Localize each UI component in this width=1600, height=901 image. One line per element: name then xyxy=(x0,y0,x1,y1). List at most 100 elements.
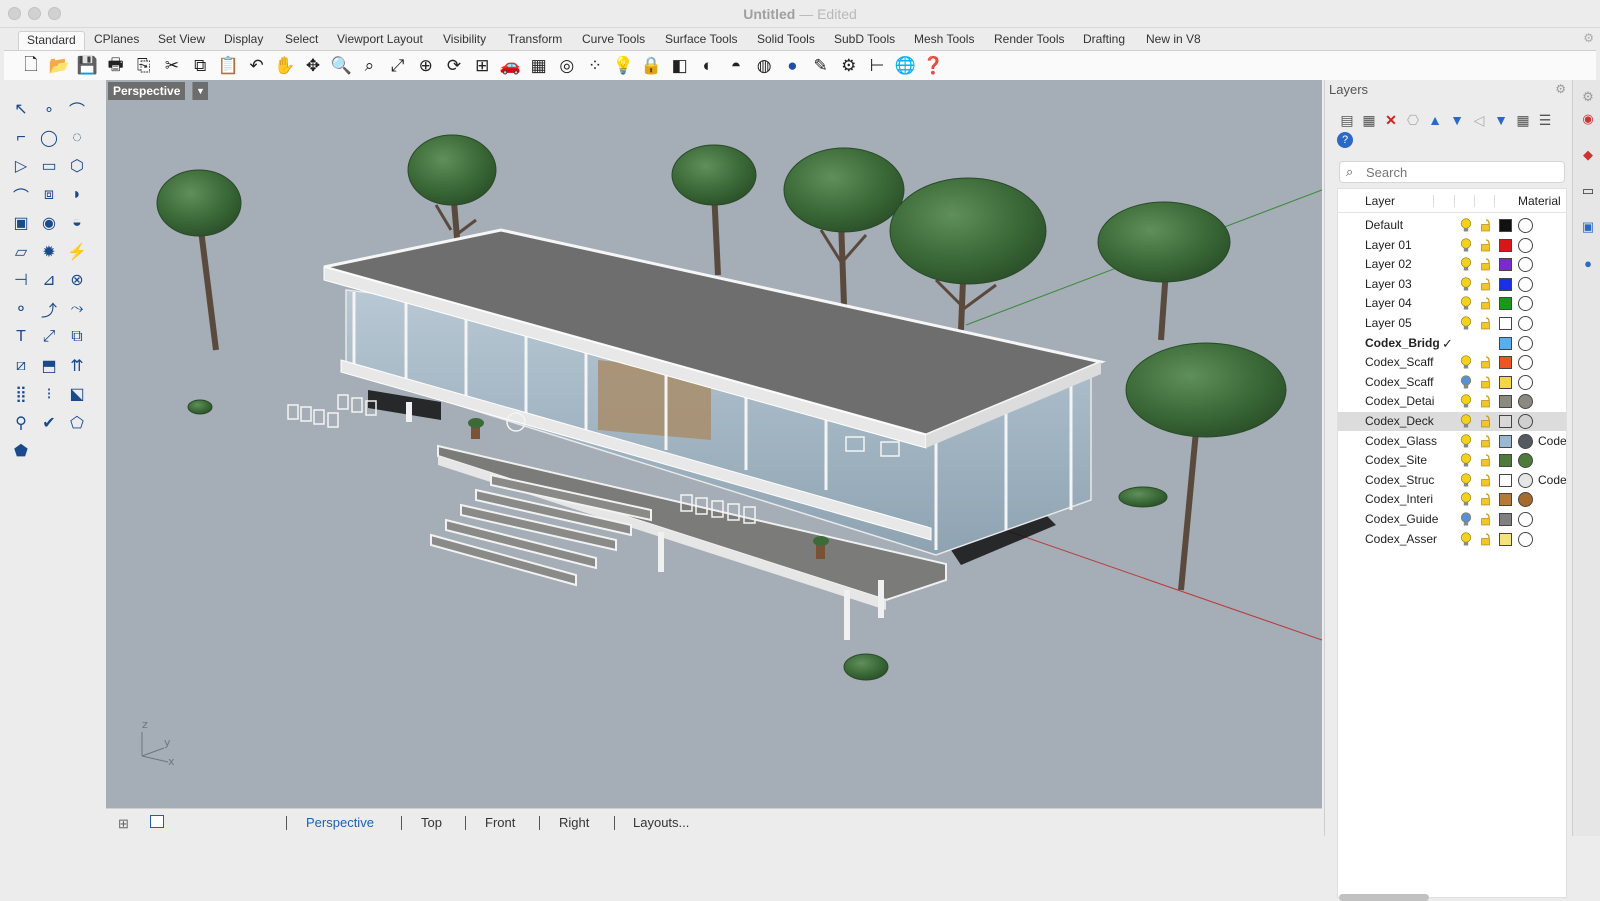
left-tool-5-icon[interactable]: ◯ xyxy=(36,125,62,151)
panel-gear-icon[interactable]: ⚙ xyxy=(1579,88,1597,106)
left-tool-33-icon[interactable]: ⬕ xyxy=(64,381,90,407)
layer-material-swatch[interactable] xyxy=(1518,453,1533,469)
layer-material-swatch[interactable] xyxy=(1518,335,1533,351)
layer-material-swatch[interactable] xyxy=(1518,472,1533,488)
layer-row[interactable]: Codex_Asser xyxy=(1338,530,1566,549)
left-tool-34-icon[interactable]: ⚲ xyxy=(8,410,34,436)
left-tool-8-icon[interactable]: ▭ xyxy=(36,153,62,179)
left-tool-27-icon[interactable]: ⧉ xyxy=(64,324,90,350)
layer-name[interactable]: Layer 04 xyxy=(1365,294,1440,313)
viewport-tab-right[interactable]: Right xyxy=(559,815,589,830)
color-wheel-icon[interactable]: ◐ xyxy=(695,53,721,79)
layer-material-swatch[interactable] xyxy=(1518,296,1533,312)
lock-icon[interactable] xyxy=(1480,317,1492,330)
layer-row[interactable]: Codex_Bridg ✓ xyxy=(1338,334,1566,353)
layer-name[interactable]: Codex_Deck xyxy=(1365,412,1440,431)
layer-row[interactable]: Codex_Struc Code xyxy=(1338,471,1566,490)
layer-name[interactable]: Codex_Glass xyxy=(1365,432,1440,451)
paste-icon[interactable]: 📋 xyxy=(215,53,241,79)
lock-icon[interactable] xyxy=(1480,395,1492,408)
layer-material-swatch[interactable] xyxy=(1518,316,1533,331)
layer-color-swatch[interactable] xyxy=(1499,277,1512,291)
layer-row[interactable]: Codex_Scaff xyxy=(1338,353,1566,372)
left-tool-29-icon[interactable]: ⬒ xyxy=(36,353,62,379)
lock-icon[interactable]: 🔒 xyxy=(638,53,664,79)
left-tool-23-icon[interactable]: ⤴ xyxy=(36,296,62,322)
layer-color-swatch[interactable] xyxy=(1499,532,1512,546)
visibility-bulb-icon[interactable] xyxy=(1460,394,1472,409)
display-icon[interactable]: ▭ xyxy=(1579,182,1597,200)
left-tool-2-icon[interactable]: ∘ xyxy=(36,96,62,122)
visibility-bulb-icon[interactable] xyxy=(1460,257,1472,272)
layer-name[interactable]: Codex_Scaff xyxy=(1365,353,1440,372)
layer-color-swatch[interactable] xyxy=(1499,375,1512,389)
tab-subd-tools[interactable]: SubD Tools xyxy=(826,31,903,50)
left-tool-13-icon[interactable]: ▣ xyxy=(8,210,34,236)
layer-material-swatch[interactable] xyxy=(1518,414,1533,429)
layer-name[interactable]: Layer 02 xyxy=(1365,255,1440,274)
layer-material-swatch[interactable] xyxy=(1518,512,1533,527)
draw-curve-icon[interactable]: ✎ xyxy=(808,53,834,79)
layer-color-swatch[interactable] xyxy=(1499,434,1512,448)
visibility-bulb-icon[interactable] xyxy=(1460,512,1472,527)
left-tool-9-icon[interactable]: ⬡ xyxy=(64,153,90,179)
tab-display[interactable]: Display xyxy=(216,31,271,50)
help-icon[interactable]: ? xyxy=(1337,132,1353,148)
zoom-icon[interactable]: 🔍 xyxy=(328,53,354,79)
layer-name[interactable]: Codex_Interi xyxy=(1365,490,1440,509)
layer-row[interactable]: Codex_Glass Code xyxy=(1338,432,1566,451)
layer-row[interactable]: Codex_Guide xyxy=(1338,510,1566,529)
layer-material-swatch[interactable] xyxy=(1518,394,1533,410)
left-tool-7-icon[interactable]: ▷ xyxy=(8,153,34,179)
layer-name[interactable]: Default xyxy=(1365,216,1440,235)
new-layer-icon[interactable]: ▤ xyxy=(1337,110,1357,130)
copy-icon[interactable]: ⧉ xyxy=(187,53,213,79)
layer-material-swatch[interactable] xyxy=(1518,257,1533,273)
layer-row[interactable]: Codex_Deck xyxy=(1338,412,1566,431)
new-file-icon[interactable]: 🗋 xyxy=(18,53,44,79)
layer-color-swatch[interactable] xyxy=(1499,493,1512,507)
tab-set-view[interactable]: Set View xyxy=(150,31,213,50)
layer-material-swatch[interactable] xyxy=(1518,218,1533,233)
point-cloud-icon[interactable]: ⁘ xyxy=(582,53,608,79)
visibility-bulb-icon[interactable] xyxy=(1460,277,1472,292)
layer-filter-icon[interactable]: ⎔ xyxy=(1403,110,1423,130)
lock-icon[interactable] xyxy=(1480,356,1492,369)
layer-row[interactable]: Layer 02 xyxy=(1338,255,1566,274)
tab-surface-tools[interactable]: Surface Tools xyxy=(657,31,746,50)
layer-row[interactable]: Layer 04 xyxy=(1338,294,1566,313)
left-tool-14-icon[interactable]: ◉ xyxy=(36,210,62,236)
layer-color-swatch[interactable] xyxy=(1499,415,1512,428)
rotate-camera-icon[interactable]: ⟳ xyxy=(441,53,467,79)
lock-icon[interactable] xyxy=(1480,513,1492,526)
layer-material-swatch[interactable] xyxy=(1518,374,1533,390)
left-tool-1-icon[interactable]: ↖ xyxy=(8,96,34,122)
move-layer-up-icon[interactable]: ▲ xyxy=(1425,110,1445,130)
left-tool-35-icon[interactable]: ✔ xyxy=(36,410,62,436)
viewport-tab-front[interactable]: Front xyxy=(485,815,515,830)
layer-color-swatch[interactable] xyxy=(1499,317,1512,330)
left-tool-15-icon[interactable]: ◒ xyxy=(64,210,90,236)
layer-name[interactable]: Layer 01 xyxy=(1365,236,1440,255)
layer-search[interactable]: ⌕ xyxy=(1339,161,1565,183)
tab-solid-tools[interactable]: Solid Tools xyxy=(749,31,823,50)
left-tool-36-icon[interactable]: ⬠ xyxy=(64,410,90,436)
layer-name[interactable]: Codex_Scaff xyxy=(1365,373,1440,392)
layer-row[interactable]: Default xyxy=(1338,216,1566,235)
visibility-bulb-icon[interactable] xyxy=(1460,473,1472,488)
filter-icon[interactable]: ▼ xyxy=(1491,110,1511,130)
visibility-bulb-icon[interactable] xyxy=(1460,453,1472,468)
single-viewport-icon[interactable] xyxy=(150,815,164,828)
zoom-selected-icon[interactable]: ⊕ xyxy=(413,53,439,79)
zoom-window-icon[interactable]: ⌕ xyxy=(356,53,382,79)
layer-color-swatch[interactable] xyxy=(1499,336,1512,350)
rendering-icon[interactable]: ● xyxy=(1579,254,1597,272)
lock-icon[interactable] xyxy=(1480,219,1492,232)
visibility-bulb-icon[interactable] xyxy=(1460,414,1472,429)
visibility-bulb-icon[interactable] xyxy=(1460,355,1472,370)
tab-render-tools[interactable]: Render Tools xyxy=(986,31,1073,50)
lock-icon[interactable] xyxy=(1480,415,1492,428)
tab-viewport-layout[interactable]: Viewport Layout xyxy=(329,31,431,50)
light-bulb-icon[interactable]: 💡 xyxy=(610,53,636,79)
left-tool-21-icon[interactable]: ⊗ xyxy=(64,267,90,293)
